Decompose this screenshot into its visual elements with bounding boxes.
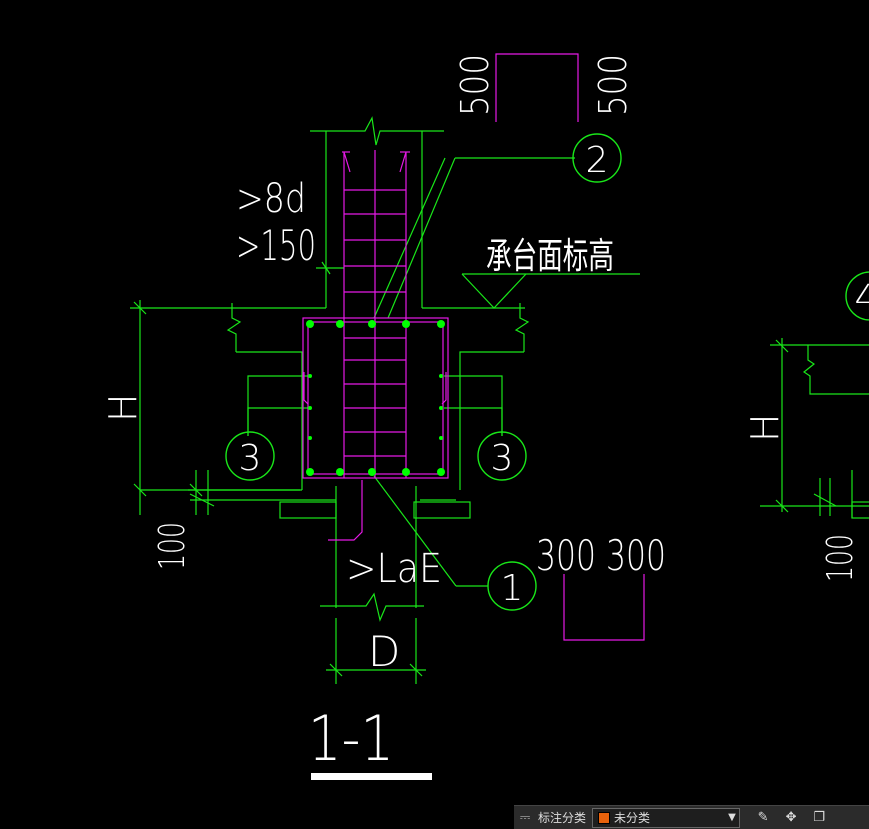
annotation-toolbar: ⎓ 标注分类 未分类 ▼ ✎ ✥ ❐ <box>514 805 869 829</box>
marker-3-left-text: 3 <box>239 438 262 479</box>
move-icon[interactable]: ✥ <box>780 810 802 825</box>
min-150-label: >150 <box>236 221 316 270</box>
bent-bar-dimensions: 300 300 <box>536 531 666 580</box>
hook-left-dimension: 500 <box>453 54 497 116</box>
layers-icon[interactable]: ⎓ <box>514 810 536 825</box>
category-label: 标注分类 <box>538 811 587 825</box>
section-title-underline <box>311 773 432 780</box>
lae-label: >LaE <box>346 546 442 592</box>
section-title: 1-1 <box>308 702 394 775</box>
marker-3-right-text: 3 <box>491 438 514 479</box>
dim-100-left-label: 100 <box>152 522 193 570</box>
dim-h-right-label: H <box>743 413 787 442</box>
category-value: 未分类 <box>614 811 651 825</box>
chevron-down-icon[interactable]: ▼ <box>725 812 739 823</box>
edit-icon[interactable]: ✎ <box>752 810 774 825</box>
hook-right-dimension: 500 <box>591 54 635 116</box>
dim-100-right-label: 100 <box>820 534 861 582</box>
dim-d-label: D <box>368 627 400 676</box>
category-color-swatch <box>598 811 611 824</box>
marker-2-text: 2 <box>586 140 609 181</box>
min-8d-label: >8d <box>236 176 306 222</box>
category-dropdown[interactable]: 未分类 ▼ <box>592 807 741 828</box>
marker-1-text: 1 <box>501 568 524 609</box>
copy-icon[interactable]: ❐ <box>808 810 830 825</box>
cad-drawing[interactable]: 2 1 3 3 4 >8d >150 承台面标高 >LaE 300 300 D … <box>0 0 869 828</box>
marker-4-text: 4 <box>855 278 869 319</box>
cap-top-elevation-label: 承台面标高 <box>486 236 614 277</box>
dim-h-left-label: H <box>101 393 145 422</box>
